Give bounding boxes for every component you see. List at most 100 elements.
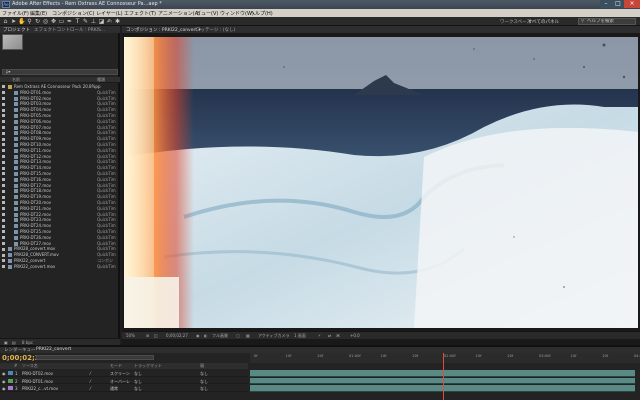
project-column-header: 名前 種類 [0,77,120,83]
layer-row[interactable]: ◉ 2 PRKI-DT01.mov ⁄ オーバーレ なし なし [0,378,248,385]
track-matte-select[interactable]: なし [134,386,142,392]
menu-composition[interactable]: コンポジション(C) [52,10,94,17]
footage-icon [14,148,18,153]
tab-effect-controls[interactable]: エフェクトコントロール : PRKIS... [34,27,105,33]
tab-footage[interactable]: フッテージ : (なし) [196,27,235,33]
pan-behind-tool-icon[interactable]: ✥ [50,18,57,25]
eraser-tool-icon[interactable]: ◪ [98,18,105,25]
workspace-select[interactable]: すべてのパネル [528,19,559,25]
pen-tool-icon[interactable]: ✒ [66,18,73,25]
parent-select[interactable]: なし [200,379,208,385]
type-tool-icon[interactable]: T [74,18,81,25]
roto-brush-tool-icon[interactable]: ✍ [106,18,113,25]
help-search-input[interactable]: ⚲ ヘルプを検索 [578,18,636,25]
time-ruler[interactable]: 0f 10f 20f 01:00f 10f 20f 02:00f 10f 20f 03:00f 10… [250,353,640,363]
layer-switches[interactable]: ⁄ [90,386,91,391]
parent-select[interactable]: なし [200,386,208,392]
footage-icon [14,212,18,217]
menu-window[interactable]: ウィンドウ(W) [220,10,254,17]
resolution-select[interactable]: フル画質 [212,333,228,339]
home-icon[interactable]: ⌂ [2,18,9,25]
tab-project[interactable]: プロジェクト [3,27,30,33]
layer-label-color[interactable] [8,371,13,375]
menu-file[interactable]: ファイル(F) [2,10,29,17]
puppet-tool-icon[interactable]: ✱ [114,18,121,25]
project-search-input[interactable]: ρ▾ [2,69,118,75]
menu-view[interactable]: ビュー(V) [196,10,218,17]
views-select[interactable]: 1 画面 [294,333,306,339]
menu-help[interactable]: ヘルプ(H) [250,10,273,17]
channel-icon[interactable]: ◐ [204,333,208,338]
visibility-icon[interactable]: ◉ [2,379,6,384]
menu-edit[interactable]: 編集(E) [30,10,47,17]
flowchart-icon[interactable]: ⌘ [336,333,340,338]
transparency-icon[interactable]: ▦ [246,333,250,338]
blend-mode-select[interactable]: オーバーレ [110,379,130,385]
menu-animation[interactable]: アニメーション(A) [158,10,200,17]
label-swatch [2,120,5,124]
menu-effect[interactable]: エフェクト(T) [124,10,156,17]
zoom-tool-icon[interactable]: ⚲ [26,18,33,25]
visibility-icon[interactable]: ◉ [2,371,6,376]
tab-render-queue[interactable]: レンダーキュー [4,347,36,353]
rotate-tool-icon[interactable]: ↻ [34,18,41,25]
timeline-link-icon[interactable]: ⇄ [328,333,331,338]
menu-layer[interactable]: レイヤー(L) [96,10,123,17]
composition-icon [8,258,12,263]
label-swatch [2,154,5,158]
playhead[interactable] [442,353,444,400]
visibility-icon[interactable]: ◉ [2,386,6,391]
camera-select[interactable]: アクティブカメラ [258,333,290,339]
maximize-icon[interactable]: □ [612,0,624,8]
zoom-select[interactable]: 50% [126,333,135,338]
layer-row[interactable]: ◉ 1 PRKI-DT02.mov ⁄ スクリーン なし なし [0,370,248,377]
close-icon[interactable]: × [624,0,640,8]
minimize-icon[interactable]: – [600,0,612,8]
layer-name[interactable]: PRKI-DT01.mov [22,379,53,384]
column-trkmat[interactable]: トラックマット [134,363,162,369]
column-parent[interactable]: 親 [200,363,204,369]
grid-icon[interactable]: ⊞ [146,333,149,338]
column-mode[interactable]: モード [110,363,122,369]
camera-tool-icon[interactable]: ◎ [42,18,49,25]
composition-frame[interactable] [124,37,638,328]
footage-icon [14,241,18,246]
viewer-timecode[interactable]: 0;00;02;27 [166,333,188,338]
tab-timeline-comp[interactable]: PRKI22_convert [36,347,71,352]
layer-switches[interactable]: ⁄ [90,371,91,376]
layer-row[interactable]: ◉ 3 PRKI22_c...vt.mov ⁄ 通常 なし なし [0,385,248,392]
rectangle-tool-icon[interactable]: ▭ [58,18,65,25]
timeline-search-input[interactable] [36,355,154,360]
track-matte-select[interactable]: なし [134,379,142,385]
column-name[interactable]: 名前 [12,77,20,83]
layer-label-color[interactable] [8,386,13,390]
footage-icon [14,131,18,136]
snapshot-icon[interactable]: ◉ [196,333,200,338]
clone-stamp-tool-icon[interactable]: ⊥ [90,18,97,25]
column-type[interactable]: 種類 [97,77,105,83]
region-icon[interactable]: ▢ [236,333,240,338]
label-swatch [2,253,5,257]
mask-icon[interactable]: ◫ [154,333,158,338]
fast-preview-icon[interactable]: ⚡ [318,333,321,338]
blend-mode-select[interactable]: スクリーン [110,371,130,377]
tab-composition[interactable]: コンポジション : PRKI22_convert ▾ [126,27,201,33]
list-item[interactable]: PRKI22_convert.mov QuickTim [0,264,120,270]
footage-icon [14,90,18,95]
track-matte-select[interactable]: なし [134,371,142,377]
column-source[interactable]: ソース名 [22,363,38,369]
layer-label-color[interactable] [8,378,13,383]
layer-index: 2 [15,378,18,384]
brush-tool-icon[interactable]: ✎ [82,18,89,25]
hand-tool-icon[interactable]: ✋ [18,18,25,25]
layer-name[interactable]: PRKI22_c...vt.mov [22,386,58,391]
blend-mode-select[interactable]: 通常 [110,386,118,392]
label-swatch [2,247,5,251]
footage-icon [14,119,18,124]
label-swatch [2,131,5,135]
layer-switches[interactable]: ⁄ [90,379,91,384]
selection-tool-icon[interactable]: ➤ [10,18,17,25]
layer-name[interactable]: PRKI-DT02.mov [22,371,53,376]
exposure-value[interactable]: +0.0 [350,333,360,338]
parent-select[interactable]: なし [200,371,208,377]
